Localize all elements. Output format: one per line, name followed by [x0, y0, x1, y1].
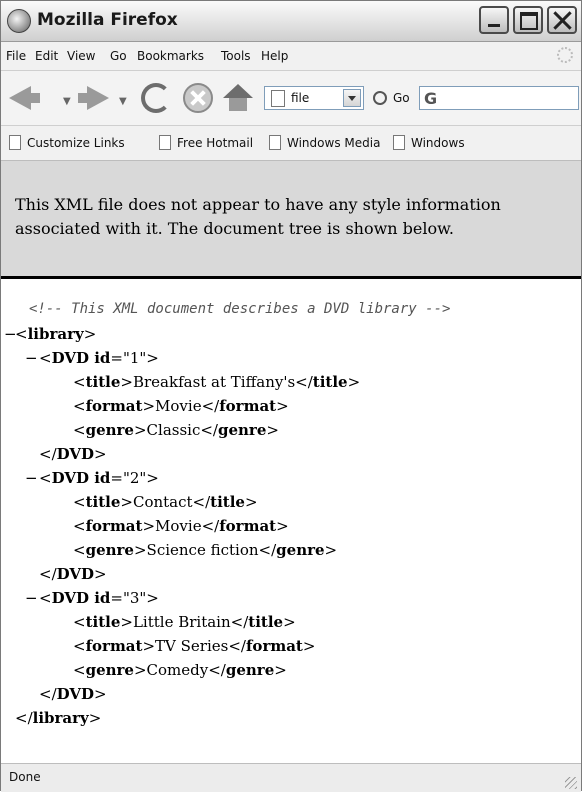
bookmark-page-icon [269, 135, 281, 150]
window-title: Mozilla Firefox [37, 10, 178, 30]
bookmark-label: Windows Media [287, 136, 381, 150]
bookmark-label: Customize Links [27, 136, 125, 150]
genre-element: <genre>Comedy</genre> [73, 661, 287, 679]
search-input[interactable]: G [419, 86, 579, 110]
bookmark-label: Windows [411, 136, 465, 150]
maximize-button[interactable] [513, 6, 543, 34]
bookmark-windows[interactable]: Windows [393, 135, 465, 150]
format-element: <format>Movie</format> [73, 397, 289, 415]
bookmark-windows-media[interactable]: Windows Media [269, 135, 380, 150]
dvd-close-tag: </DVD> [39, 445, 107, 463]
library-close-tag: </library> [15, 709, 102, 727]
bookmark-page-icon [9, 135, 21, 150]
go-label[interactable]: Go [393, 91, 410, 105]
navigation-toolbar: ▼ ▼ file Go G [1, 71, 581, 126]
genre-element: <genre>Science fiction</genre> [73, 541, 338, 559]
browser-window: Mozilla Firefox File Edit View Go Bookma… [0, 0, 582, 792]
title-element: <title>Breakfast at Tiffany's</title> [73, 373, 361, 391]
back-dropdown-icon[interactable]: ▼ [63, 96, 71, 107]
title-element: <title>Contact</title> [73, 493, 258, 511]
resize-grip-icon[interactable] [565, 777, 577, 789]
format-element: <format>TV Series</format> [73, 637, 316, 655]
dvd-open-tag: <DVD id="3"> [39, 589, 159, 607]
menu-view[interactable]: View [67, 49, 95, 63]
xml-info-text: This XML file does not appear to have an… [15, 195, 501, 238]
title-bar: Mozilla Firefox [1, 1, 581, 42]
home-icon[interactable] [223, 84, 253, 112]
menu-file[interactable]: File [6, 49, 26, 63]
menu-edit[interactable]: Edit [35, 49, 58, 63]
menu-go[interactable]: Go [110, 49, 127, 63]
stop-icon[interactable] [183, 83, 213, 113]
minimize-button[interactable] [479, 6, 509, 34]
genre-element: <genre>Classic</genre> [73, 421, 279, 439]
url-bar[interactable]: file [264, 86, 364, 110]
close-button[interactable] [547, 6, 577, 34]
bookmark-free-hotmail[interactable]: Free Hotmail [159, 135, 253, 150]
bookmark-customize-links[interactable]: Customize Links [9, 135, 125, 150]
url-dropdown-button[interactable] [343, 89, 361, 107]
status-text: Done [9, 770, 41, 784]
firefox-logo-icon [7, 9, 31, 33]
collapse-dvd-toggle[interactable]: − [25, 589, 38, 607]
back-arrow-icon[interactable] [9, 86, 40, 110]
dvd-open-tag: <DVD id="1"> [39, 349, 159, 367]
menu-bookmarks[interactable]: Bookmarks [137, 49, 204, 63]
reload-icon[interactable] [141, 83, 171, 113]
menu-tools[interactable]: Tools [221, 49, 251, 63]
search-engine-icon[interactable]: G [424, 89, 437, 108]
format-element: <format>Movie</format> [73, 517, 289, 535]
menu-bar: File Edit View Go Bookmarks Tools Help [1, 42, 581, 71]
throbber-icon [557, 47, 573, 63]
url-value: file [291, 91, 310, 105]
page-icon [271, 90, 285, 107]
library-open-tag: <library> [15, 325, 97, 343]
collapse-dvd-toggle[interactable]: − [25, 469, 38, 487]
bookmark-label: Free Hotmail [177, 136, 254, 150]
dvd-open-tag: <DVD id="2"> [39, 469, 159, 487]
forward-arrow-icon[interactable] [78, 86, 109, 110]
dvd-close-tag: </DVD> [39, 565, 107, 583]
title-element: <title>Little Britain</title> [73, 613, 296, 631]
menu-help[interactable]: Help [261, 49, 288, 63]
forward-dropdown-icon[interactable]: ▼ [119, 96, 127, 107]
status-bar: Done [1, 763, 581, 792]
xml-comment: <!-- This XML document describes a DVD l… [29, 301, 451, 317]
xml-info-banner: This XML file does not appear to have an… [1, 161, 581, 279]
collapse-dvd-toggle[interactable]: − [25, 349, 38, 367]
bookmark-page-icon [393, 135, 405, 150]
bookmarks-toolbar: Customize Links Free Hotmail Windows Med… [1, 126, 581, 161]
dvd-close-tag: </DVD> [39, 685, 107, 703]
bookmark-page-icon [159, 135, 171, 150]
go-icon[interactable] [373, 91, 387, 105]
